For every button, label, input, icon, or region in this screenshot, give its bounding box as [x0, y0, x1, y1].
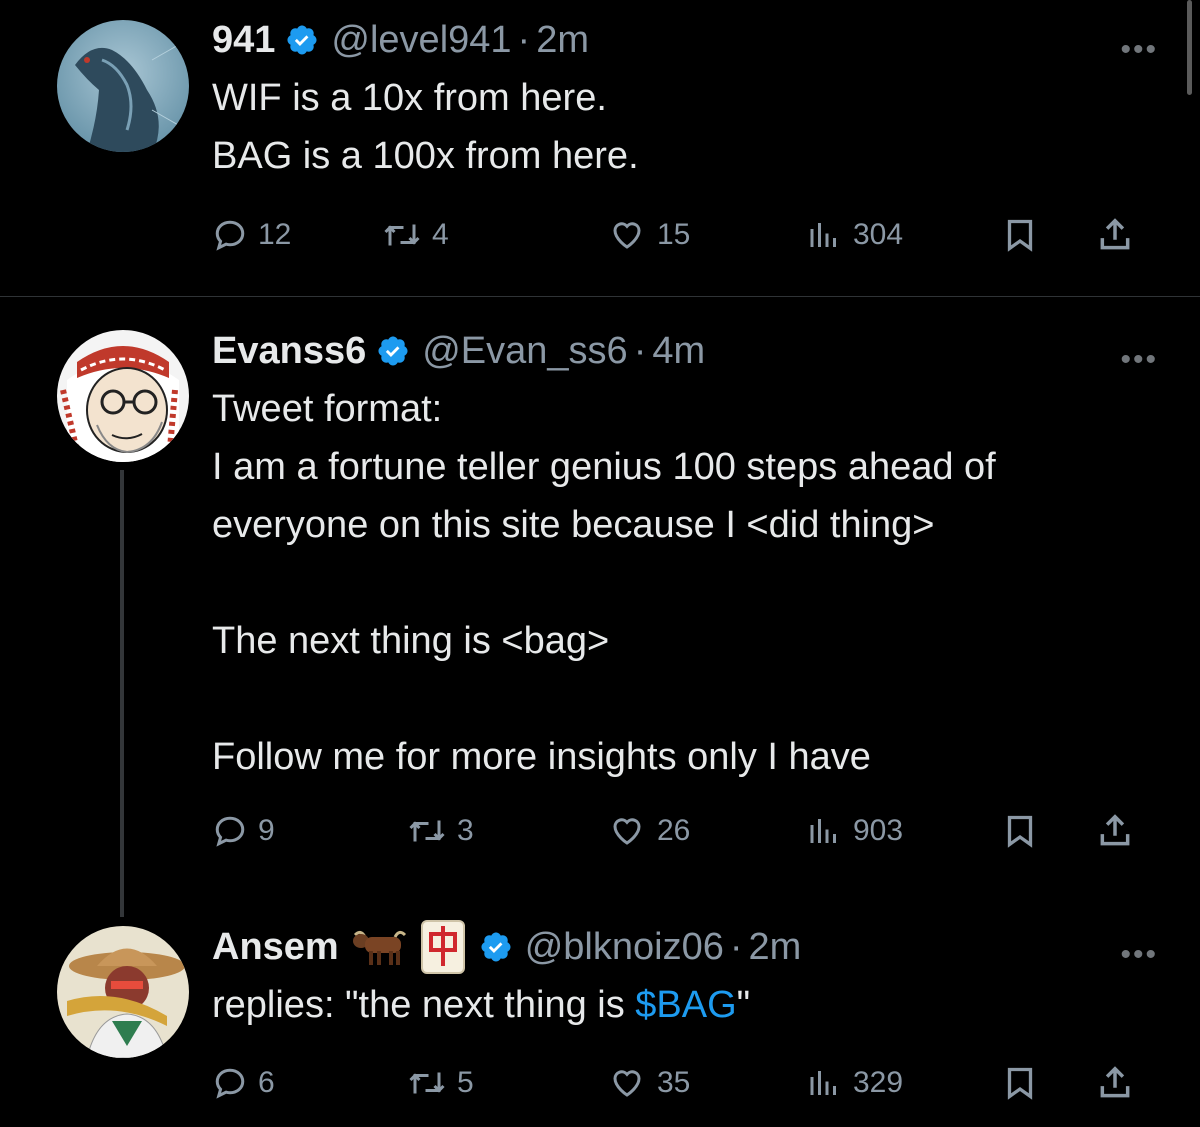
- tweet-text: WIF is a 10x from here. BAG is a 100x fr…: [212, 69, 1140, 185]
- tweet-header: Ansem @blknoiz06 · 2m: [212, 920, 1140, 974]
- reply-icon: [215, 220, 245, 251]
- tweet-actions: 9 3 26 903: [212, 806, 1140, 856]
- retweet-icon: [409, 820, 445, 842]
- display-name[interactable]: 941: [212, 19, 275, 62]
- tweet-feed: 941 @level941 · 2m WIF is a 10x from her…: [0, 0, 1200, 1127]
- share-button[interactable]: [1096, 806, 1144, 856]
- bookmark-button[interactable]: [1002, 1058, 1048, 1108]
- tweet-text: Tweet format: I am a fortune teller geni…: [212, 388, 996, 778]
- tweet-line: WIF is a 10x from here.: [212, 77, 607, 119]
- bookmark-icon: [1007, 815, 1033, 848]
- reply-button[interactable]: 9: [212, 806, 275, 856]
- tweet-header: 941 @level941 · 2m: [212, 15, 1140, 65]
- tweet-actions: 12 4 15 304: [212, 210, 1140, 260]
- timestamp[interactable]: 2m: [749, 926, 802, 969]
- reply-count: 6: [258, 1066, 275, 1099]
- share-icon: [1100, 218, 1130, 250]
- like-count: 35: [657, 1066, 691, 1099]
- retweet-button[interactable]: 3: [407, 806, 474, 856]
- retweet-button[interactable]: 5: [407, 1058, 474, 1108]
- views-button[interactable]: 304: [805, 210, 903, 260]
- verified-badge-icon: [285, 23, 319, 57]
- handle[interactable]: @Evan_ss6: [422, 330, 627, 373]
- avatar-evanss6[interactable]: [57, 330, 189, 462]
- mahjong-red-dragon-emoji-icon: [420, 920, 465, 974]
- heart-icon: [613, 1070, 641, 1097]
- views-count: 329: [853, 1066, 904, 1099]
- reply-count: 9: [258, 814, 275, 847]
- tweet-line: BAG is a 100x from here.: [212, 135, 639, 177]
- tweet-text-suffix: ": [736, 984, 751, 1026]
- handle[interactable]: @level941: [331, 19, 511, 62]
- more-options-icon[interactable]: •••: [1120, 35, 1158, 65]
- display-name[interactable]: Evanss6: [212, 330, 366, 373]
- more-options-icon[interactable]: •••: [1120, 345, 1158, 375]
- timestamp[interactable]: 4m: [652, 330, 705, 373]
- reply-button[interactable]: 12: [212, 210, 291, 260]
- scrollbar[interactable]: [1187, 0, 1192, 95]
- share-icon: [1100, 1066, 1130, 1098]
- views-button[interactable]: 329: [805, 1058, 903, 1108]
- tweet-text-prefix: replies: "the next thing is: [212, 984, 636, 1026]
- share-button[interactable]: [1096, 1058, 1144, 1108]
- share-button[interactable]: [1096, 210, 1144, 260]
- reply-icon: [215, 1068, 245, 1099]
- retweet-count: 3: [457, 814, 474, 847]
- like-button[interactable]: 15: [607, 210, 690, 260]
- separator-dot: ·: [633, 329, 647, 372]
- timestamp[interactable]: 2m: [536, 19, 589, 62]
- views-count: 903: [853, 814, 904, 847]
- views-count: 304: [853, 218, 904, 251]
- like-count: 15: [657, 218, 691, 251]
- tweet-header: Evanss6 @Evan_ss6 · 4m: [212, 326, 1140, 376]
- avatar-ansem[interactable]: [57, 926, 189, 1058]
- heart-icon: [613, 818, 641, 845]
- separator-dot: ·: [517, 18, 531, 61]
- more-options-icon[interactable]: •••: [1120, 940, 1158, 970]
- verified-badge-icon: [479, 930, 513, 964]
- bookmark-button[interactable]: [1002, 210, 1048, 260]
- retweet-count: 4: [432, 218, 449, 251]
- reply-icon: [215, 816, 245, 847]
- views-icon: [810, 1071, 836, 1095]
- reply-count: 12: [258, 218, 292, 251]
- retweet-icon: [409, 1072, 445, 1094]
- like-button[interactable]: 26: [607, 806, 690, 856]
- views-icon: [810, 223, 836, 247]
- avatar-941[interactable]: [57, 20, 189, 152]
- thread-connector-line: [120, 470, 124, 917]
- bookmark-button[interactable]: [1002, 806, 1048, 856]
- retweet-count: 5: [457, 1066, 474, 1099]
- tweet-actions: 6 5 35 329: [212, 1058, 1140, 1108]
- tweet-text: replies: "the next thing is $BAG": [212, 976, 1140, 1034]
- handle[interactable]: @blknoiz06: [525, 926, 724, 969]
- like-count: 26: [657, 814, 691, 847]
- bookmark-icon: [1007, 1067, 1033, 1100]
- separator-dot: ·: [729, 925, 743, 968]
- display-name[interactable]: Ansem: [212, 926, 339, 969]
- share-icon: [1100, 814, 1130, 846]
- reply-button[interactable]: 6: [212, 1058, 275, 1108]
- ox-emoji-icon: [351, 927, 409, 967]
- like-button[interactable]: 35: [607, 1058, 690, 1108]
- views-button[interactable]: 903: [805, 806, 903, 856]
- views-icon: [810, 819, 836, 843]
- retweet-icon: [384, 224, 420, 246]
- bookmark-icon: [1007, 219, 1033, 252]
- tweet-divider: [0, 296, 1200, 297]
- retweet-button[interactable]: 4: [382, 210, 449, 260]
- verified-badge-icon: [376, 334, 410, 368]
- heart-icon: [613, 222, 641, 249]
- cashtag-link[interactable]: $BAG: [635, 984, 736, 1026]
